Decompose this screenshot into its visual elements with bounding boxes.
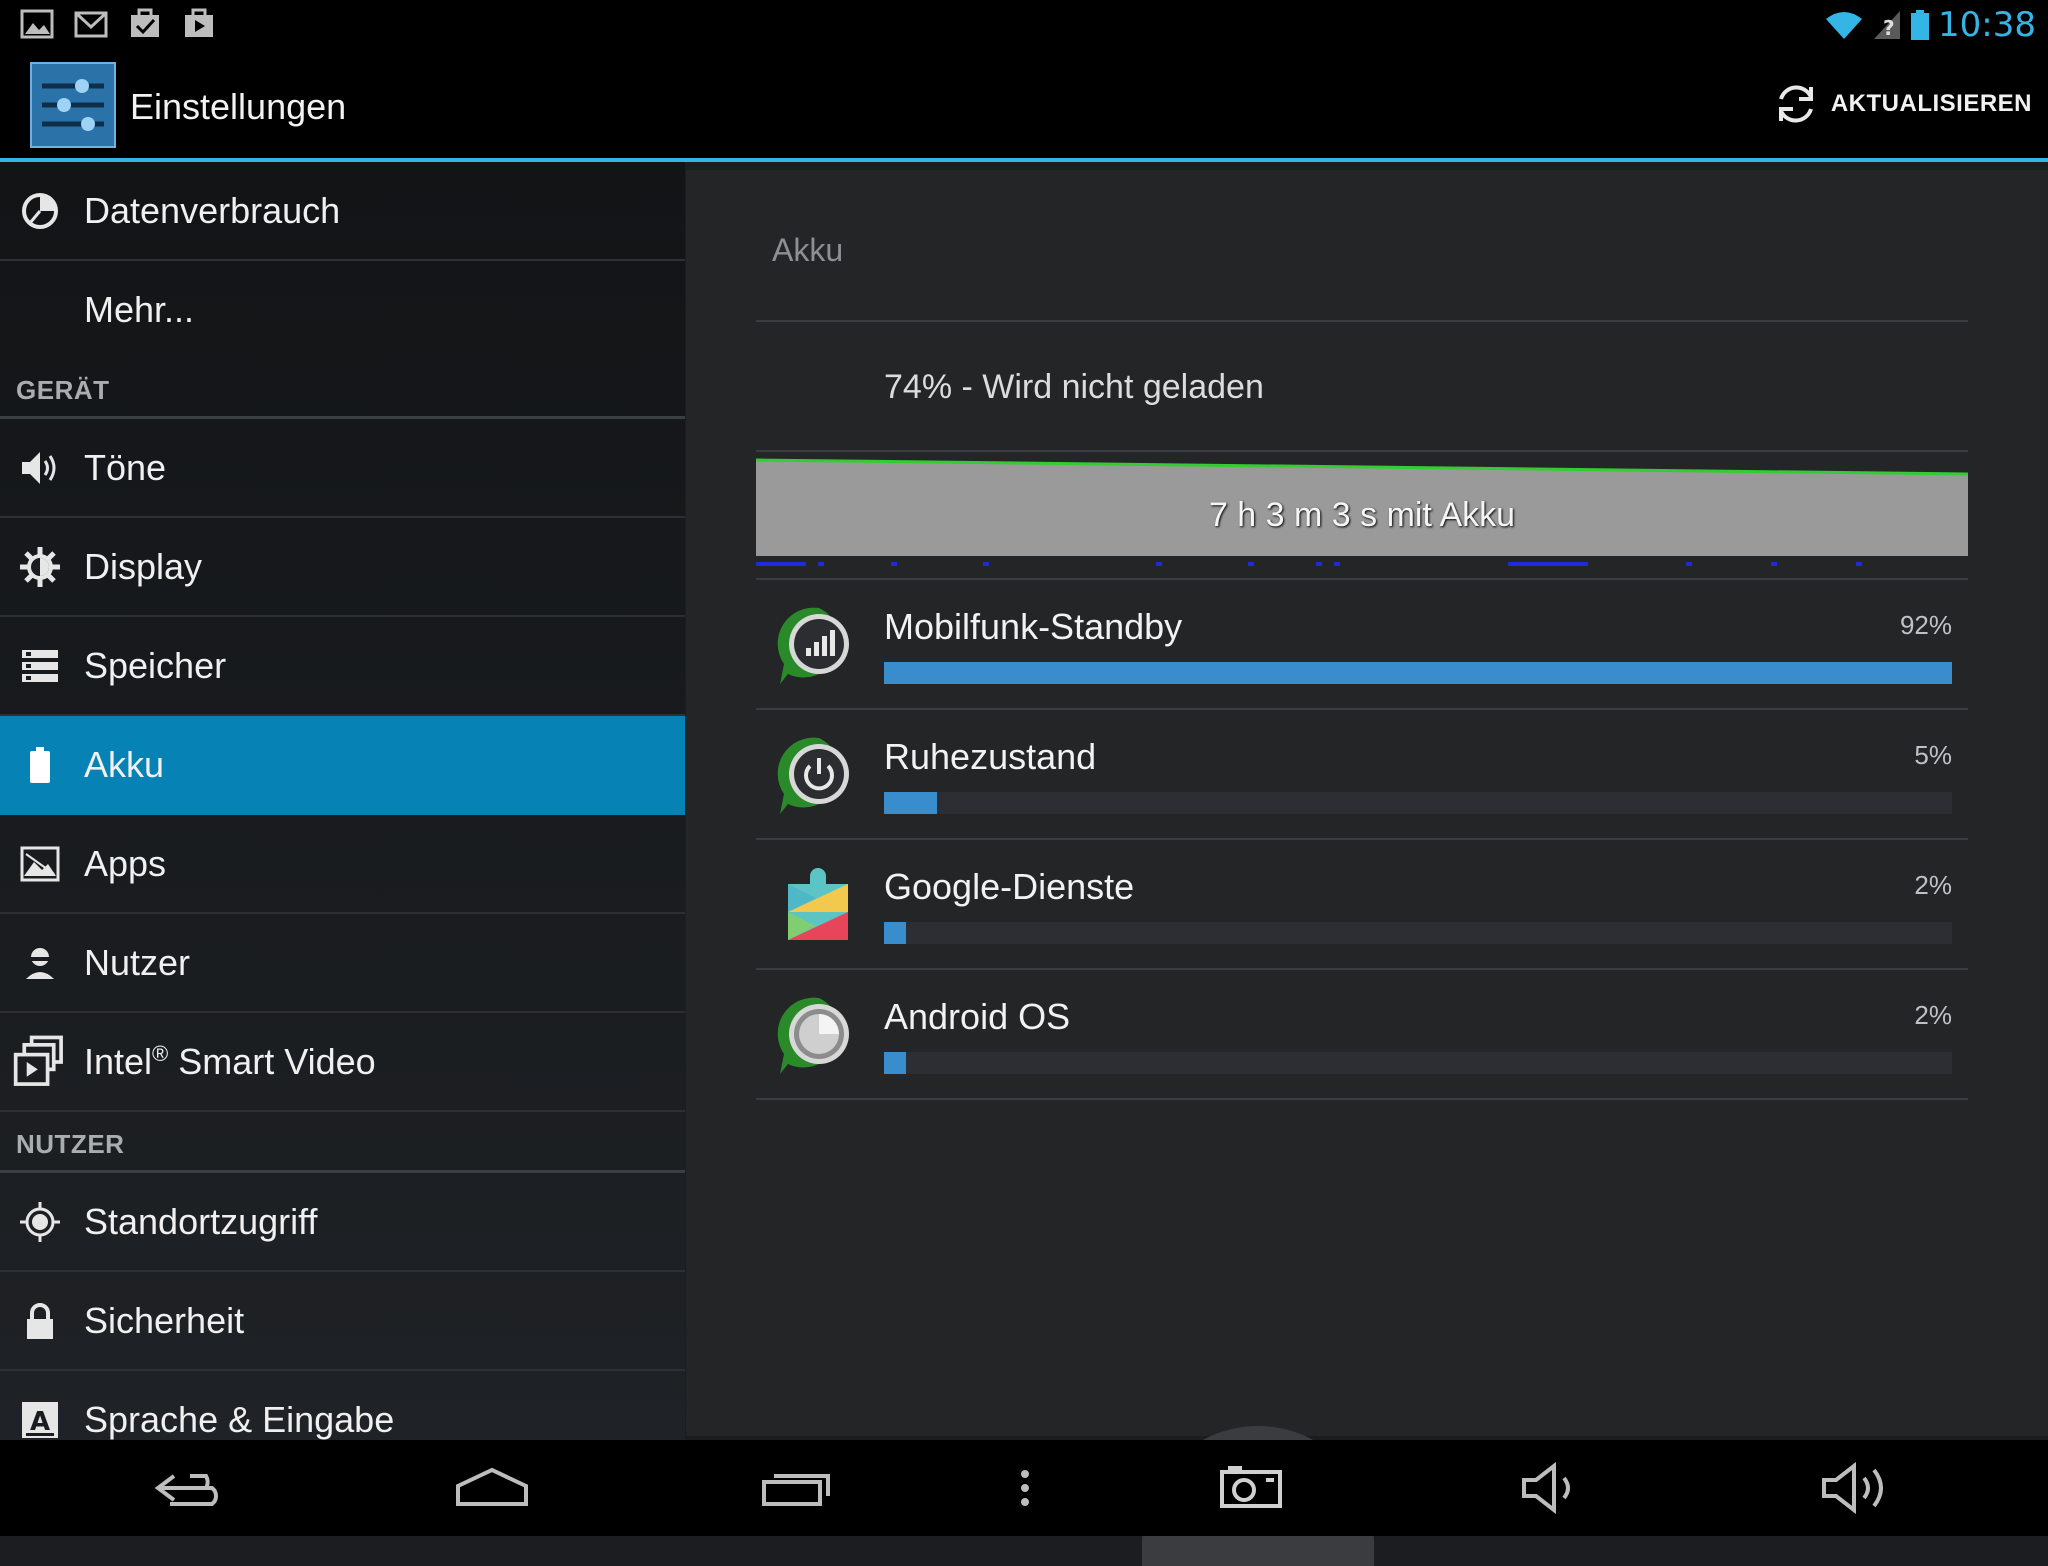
recent-apps-icon[interactable]: [758, 1460, 838, 1516]
menu-icon[interactable]: [1010, 1460, 1040, 1516]
no-signal-icon: ?: [1874, 11, 1901, 40]
usage-name: Android OS: [884, 996, 1071, 1037]
sidebar-item-sound[interactable]: Töne: [0, 419, 685, 518]
sidebar-item-label: Standortzugriff: [84, 1200, 318, 1242]
graph-duration-label: 7 h 3 m 3 s mit Akku: [1208, 496, 1516, 534]
sidebar-item-location[interactable]: Standortzugriff: [0, 1173, 685, 1272]
svg-text:?: ?: [1883, 16, 1895, 40]
divider: [756, 1098, 1968, 1100]
action-bar: Einstellungen AKTUALISIEREN: [0, 50, 2048, 162]
sidebar-item-label: Datenverbrauch: [84, 189, 341, 231]
svg-text:A: A: [30, 1407, 50, 1437]
sidebar-item-apps[interactable]: Apps: [0, 815, 685, 914]
page-title: Einstellungen: [130, 86, 347, 127]
data-usage-icon: [22, 192, 58, 229]
refresh-button[interactable]: AKTUALISIEREN: [1773, 74, 2032, 134]
cell-standby-icon: [777, 607, 849, 684]
usage-name: Mobilfunk-Standby: [884, 606, 1183, 647]
radio-activity-strip: [756, 562, 1862, 566]
detail-title: Akku: [772, 232, 844, 268]
sidebar-item-label: Intel® Smart Video: [84, 1040, 376, 1082]
battery-detail-pane: Akku 74% - Wird nicht geladen 7 h 3 m 3 …: [686, 170, 2048, 1436]
usage-row-idle[interactable]: Ruhezustand 5%: [756, 710, 1968, 838]
usage-bar: [884, 1052, 1952, 1074]
task-icon: [131, 8, 159, 37]
screenshot-icon[interactable]: [1218, 1460, 1284, 1516]
lock-icon: [27, 1302, 53, 1339]
usage-bar-fill: [884, 792, 938, 814]
battery-icon: [30, 746, 50, 783]
volume-down-icon[interactable]: [1520, 1460, 1590, 1516]
usage-bar: [884, 662, 1952, 684]
usage-bar-fill: [884, 662, 1952, 684]
sidebar-item-data-usage[interactable]: Datenverbrauch: [0, 162, 685, 261]
apps-icon: [20, 846, 60, 881]
user-icon: [26, 947, 54, 979]
sound-icon: [22, 451, 56, 484]
home-icon[interactable]: [452, 1460, 532, 1516]
usage-percent: 2%: [1914, 870, 1952, 900]
wifi-icon: [1826, 12, 1863, 39]
sidebar-item-label: Speicher: [84, 644, 227, 686]
usage-name: Ruhezustand: [884, 736, 1097, 777]
sidebar-item-label: Apps: [84, 842, 167, 884]
location-icon: [20, 1201, 60, 1242]
sidebar-item-label: Akku: [84, 743, 165, 785]
gmail-icon: [74, 11, 108, 38]
gallery-icon: [20, 9, 54, 39]
storage-icon: [22, 649, 58, 682]
sidebar-item-label: Sicherheit: [84, 1299, 245, 1341]
sidebar-item-security[interactable]: Sicherheit: [0, 1272, 685, 1371]
usage-row-android-os[interactable]: Android OS 2%: [756, 970, 1968, 1098]
sidebar-item-label: Display: [84, 545, 203, 587]
language-icon: A: [22, 1401, 58, 1438]
system-navigation-bar: [0, 1440, 2048, 1536]
sidebar-item-label: Töne: [84, 446, 167, 488]
settings-app-icon[interactable]: [30, 62, 116, 148]
refresh-label: AKTUALISIEREN: [1830, 90, 2032, 117]
sidebar-item-label: Sprache & Eingabe: [84, 1398, 395, 1440]
usage-bar: [884, 922, 1952, 944]
usage-percent: 5%: [1914, 740, 1952, 770]
sidebar-item-display[interactable]: Display: [0, 518, 685, 617]
display-icon: [20, 546, 60, 587]
status-bar: ? 10:38: [0, 0, 2048, 50]
usage-row-cell-standby[interactable]: Mobilfunk-Standby 92%: [756, 580, 1968, 708]
google-services-icon: [788, 868, 848, 940]
usage-percent: 2%: [1914, 1000, 1952, 1030]
sidebar-item-users[interactable]: Nutzer: [0, 914, 685, 1013]
smart-video-icon: [13, 1035, 63, 1086]
settings-sidebar[interactable]: Datenverbrauch Mehr... GERÄT Töne Displa…: [0, 162, 685, 1440]
sidebar-item-smart-video[interactable]: Intel® Smart Video: [0, 1013, 685, 1112]
sidebar-item-language[interactable]: A Sprache & Eingabe: [0, 1371, 685, 1440]
battery-status: 74% - Wird nicht geladen: [884, 368, 1264, 406]
refresh-icon: [1778, 85, 1813, 123]
usage-row-google-services[interactable]: Google-Dienste 2%: [756, 840, 1968, 968]
battery-icon: [1911, 10, 1930, 40]
back-icon[interactable]: [150, 1460, 230, 1516]
section-header-user: NUTZER: [0, 1112, 685, 1173]
sidebar-item-label: Mehr...: [84, 288, 195, 330]
android-os-icon: [777, 997, 849, 1074]
usage-bar-fill: [884, 922, 906, 944]
sidebar-item-label: Nutzer: [84, 941, 191, 983]
sidebar-item-storage[interactable]: Speicher: [0, 617, 685, 716]
play-store-icon: [185, 8, 213, 37]
usage-bar: [884, 792, 1952, 814]
divider: [756, 450, 1968, 452]
clock: 10:38: [1938, 5, 2036, 45]
sidebar-item-battery[interactable]: Akku: [0, 716, 685, 815]
idle-power-icon: [777, 737, 849, 814]
sidebar-item-more[interactable]: Mehr...: [0, 261, 685, 358]
usage-percent: 92%: [1899, 610, 1952, 640]
usage-name: Google-Dienste: [884, 866, 1135, 907]
volume-up-icon[interactable]: [1820, 1460, 1900, 1516]
divider: [756, 320, 1968, 322]
section-header-device: GERÄT: [0, 358, 685, 419]
usage-bar-fill: [884, 1052, 906, 1074]
